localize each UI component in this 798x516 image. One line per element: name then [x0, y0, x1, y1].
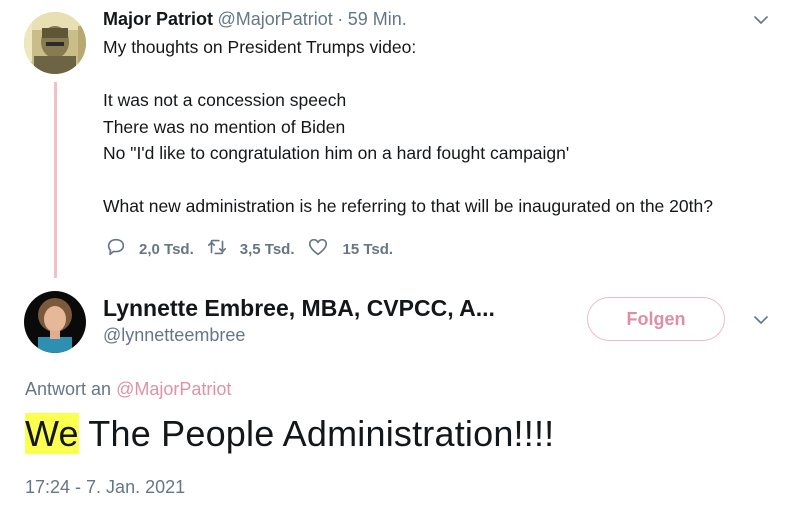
reply-display-name[interactable]: Lynnette Embree, MBA, CVPCC, A... [103, 295, 495, 322]
user-handle[interactable]: @MajorPatriot [217, 9, 332, 29]
thread-connector-line [54, 82, 57, 278]
parent-tweet-text: My thoughts on President Trumps video: I… [103, 34, 713, 220]
tweet-actions: 2,0 Tsd. 3,5 Tsd. 15 Tsd. [105, 236, 393, 262]
replying-to-handle[interactable]: @MajorPatriot [116, 379, 231, 399]
tweet-line: What new administration is he referring … [103, 196, 713, 216]
like-count: 15 Tsd. [342, 240, 394, 258]
replying-prefix: Antwort an [25, 379, 112, 399]
reply-text-rest: The People Administration!!!! [78, 413, 555, 454]
tweet-timestamp[interactable]: 17:24 - 7. Jan. 2021 [25, 477, 185, 498]
tweet-line: No "I'd like to congratulation him on a … [103, 143, 570, 163]
retweet-icon [206, 236, 228, 262]
avatar-major-patriot[interactable] [24, 12, 86, 74]
display-name[interactable]: Major Patriot [103, 9, 213, 29]
follow-button[interactable]: Folgen [587, 297, 725, 341]
reply-icon [105, 236, 127, 262]
highlighted-word: We [25, 413, 79, 454]
reply-count: 2,0 Tsd. [139, 240, 194, 258]
avatar-lynnette-embree[interactable] [24, 291, 86, 353]
like-icon [307, 236, 329, 262]
retweet-button[interactable]: 3,5 Tsd. [206, 236, 295, 262]
separator-dot: · [337, 9, 344, 29]
tweet-line: There was no mention of Biden [103, 116, 346, 137]
reply-button[interactable]: 2,0 Tsd. [105, 236, 194, 262]
reply-tweet-text: We The People Administration!!!! [25, 413, 554, 455]
tweet-line: It was not a concession speech [103, 90, 347, 110]
tweet-line: My thoughts on President Trumps video: [103, 37, 417, 57]
like-button[interactable]: 15 Tsd. [307, 236, 394, 262]
chevron-down-icon[interactable] [752, 311, 770, 334]
replying-to: Antwort an @MajorPatriot [25, 379, 231, 400]
parent-tweet-header: Major Patriot @MajorPatriot · 59 Min. [103, 9, 407, 30]
chevron-down-icon[interactable] [752, 11, 770, 34]
reply-user-handle[interactable]: @lynnetteembree [103, 325, 245, 346]
tweet-time[interactable]: 59 Min. [348, 9, 407, 29]
retweet-count: 3,5 Tsd. [239, 240, 295, 258]
